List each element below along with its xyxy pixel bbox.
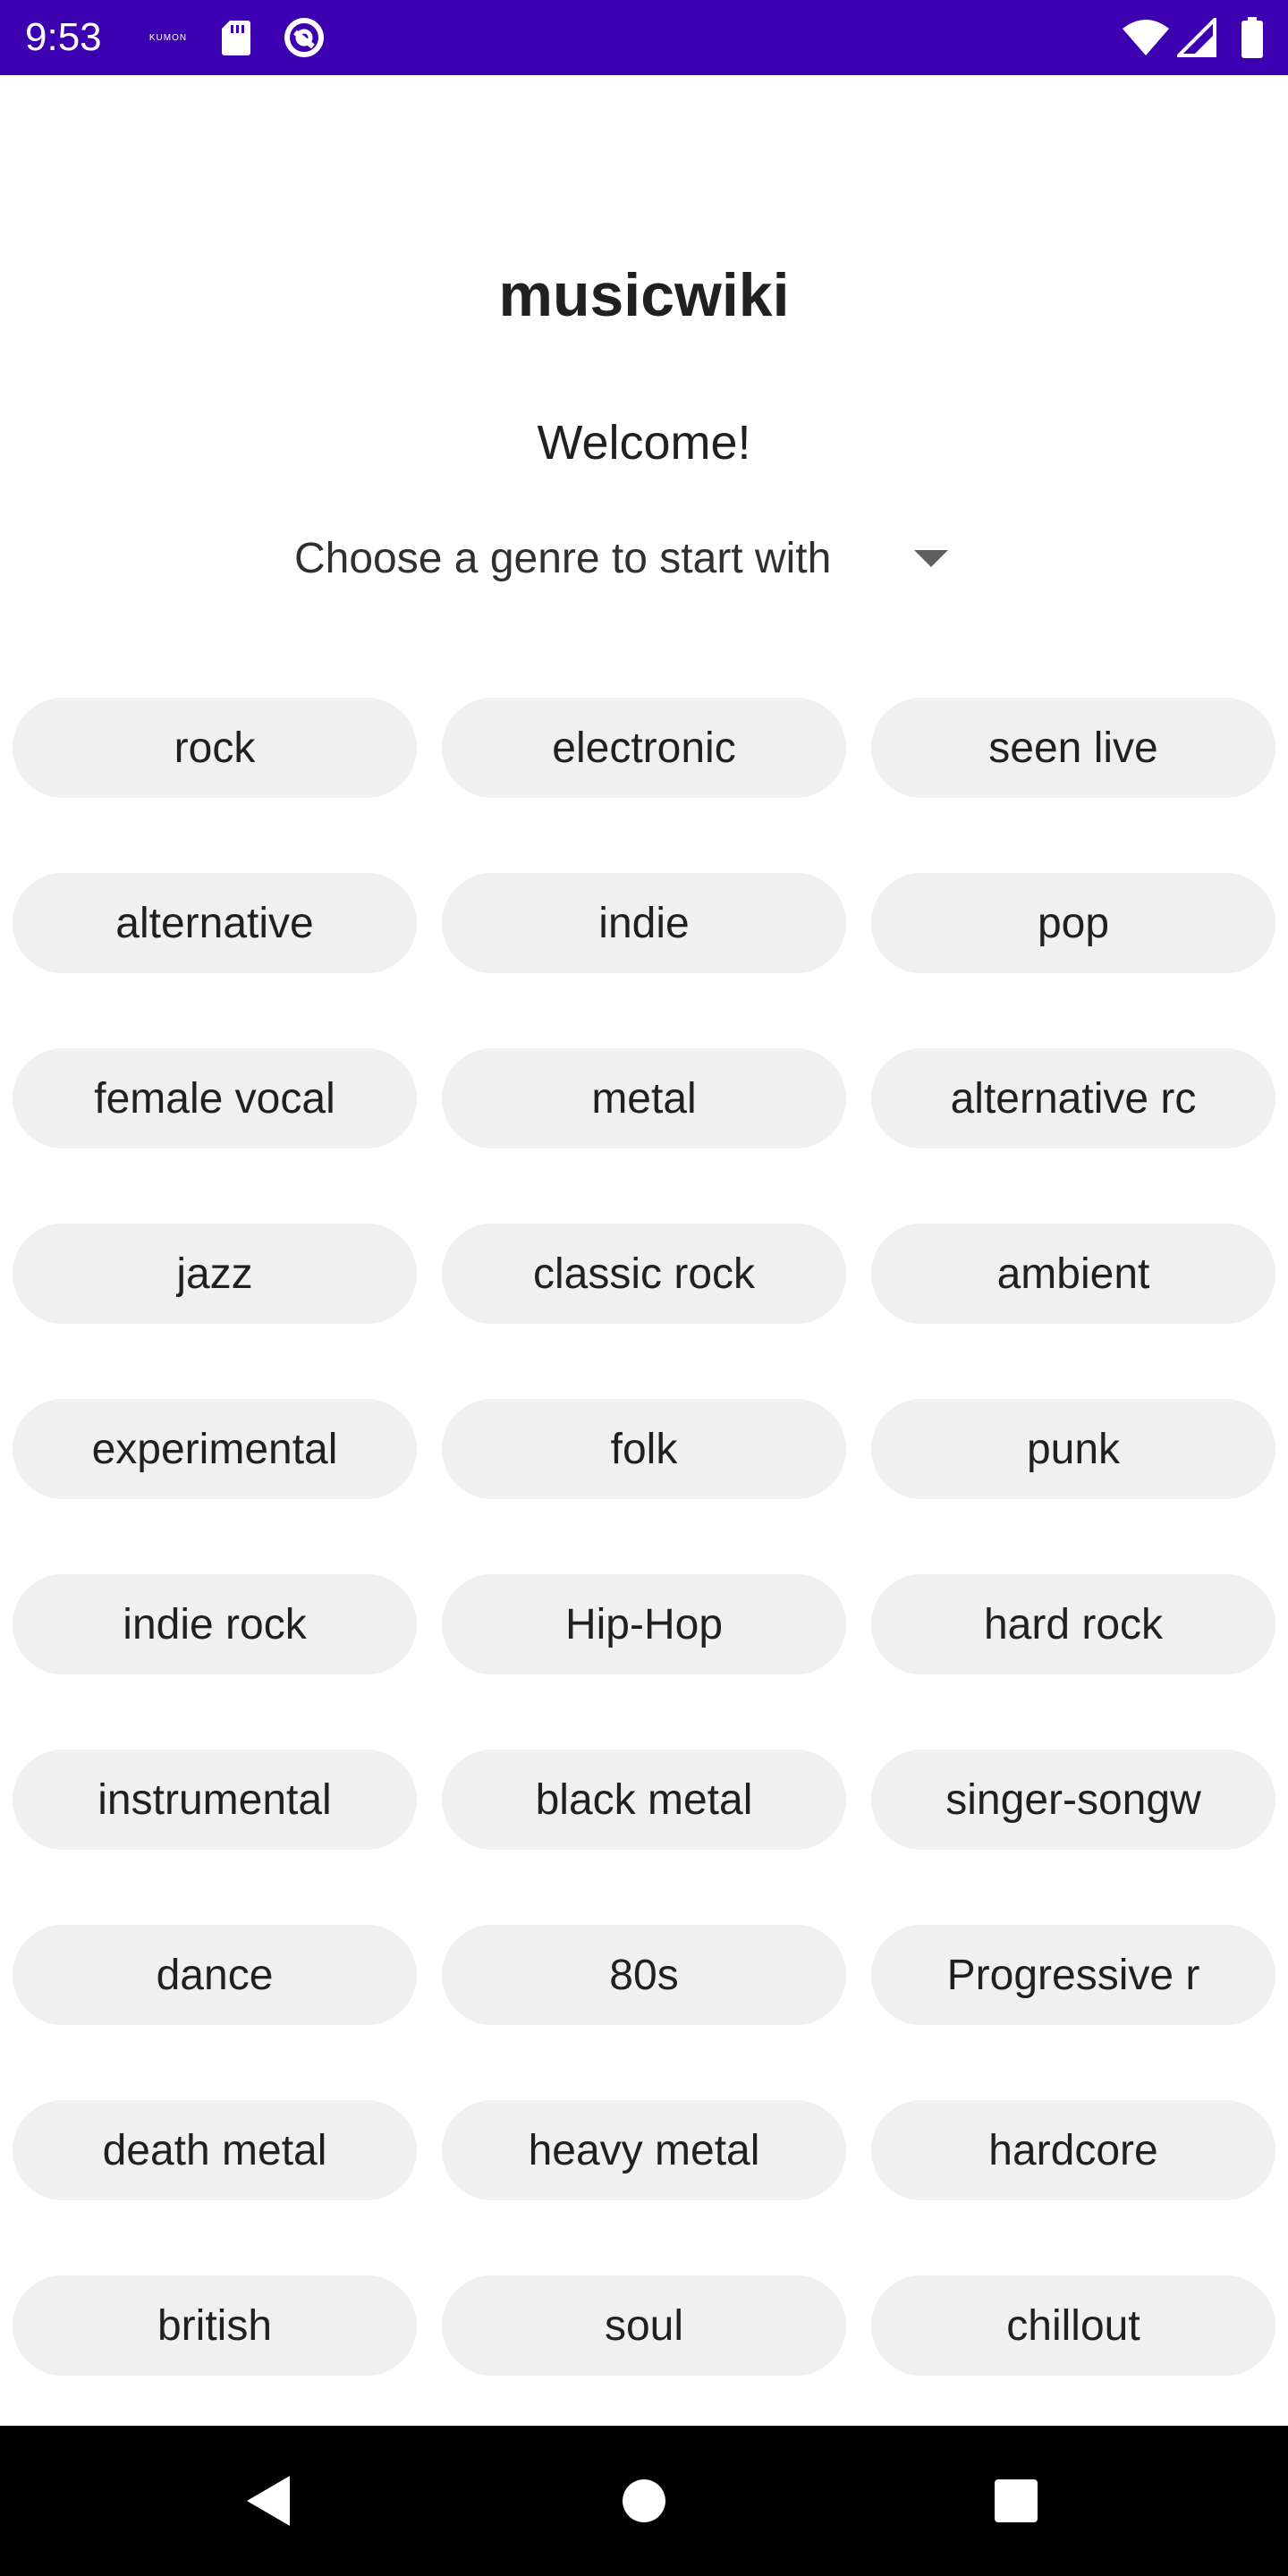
sd-card-icon	[218, 16, 254, 59]
genre-chip[interactable]: chillout	[871, 2275, 1275, 2376]
genre-chip[interactable]: alternative	[13, 873, 417, 973]
genre-chip-label: heavy metal	[528, 2126, 760, 2174]
genre-chip-label: indie rock	[123, 1600, 307, 1648]
genre-chip[interactable]: metal	[442, 1048, 846, 1148]
genre-chip[interactable]: rock	[13, 698, 417, 798]
genre-chip[interactable]: ambient	[871, 1224, 1275, 1324]
genre-chip-label: hardcore	[988, 2126, 1158, 2174]
genre-chips-grid: rock electronic seen live alternative indie p…	[13, 698, 1275, 2376]
genre-chip-label: classic rock	[532, 1250, 756, 1298]
home-icon[interactable]	[608, 2465, 680, 2537]
genre-chip[interactable]: british	[13, 2275, 417, 2376]
dropdown-arrow-icon	[914, 550, 948, 567]
genre-chip-label: alternative	[115, 899, 314, 947]
genre-chip[interactable]: jazz	[13, 1224, 417, 1324]
genre-chip[interactable]: death metal	[13, 2100, 417, 2200]
kumon-icon: KUMON	[148, 32, 188, 43]
genre-chip[interactable]: singer-songw	[871, 1750, 1275, 1850]
genre-chip-label: 80s	[609, 1951, 679, 1999]
genre-chip[interactable]: hardcore	[871, 2100, 1275, 2200]
genre-chip[interactable]: electronic	[442, 698, 846, 798]
genre-chip-label: Progressive r	[946, 1951, 1200, 1999]
welcome-text: Welcome!	[537, 416, 751, 470]
genre-chip-label: Hip-Hop	[564, 1600, 724, 1648]
genre-chip-label: experimental	[91, 1425, 338, 1473]
genre-chip[interactable]: dance	[13, 1925, 417, 2025]
genre-chip-label: seen live	[988, 724, 1158, 772]
genre-chip-label: death metal	[102, 2126, 327, 2174]
genre-chip[interactable]: heavy metal	[442, 2100, 846, 2200]
battery-icon	[1234, 16, 1270, 59]
genre-chip[interactable]: female vocal	[13, 1048, 417, 1148]
status-time: 9:53	[25, 15, 102, 59]
recents-icon[interactable]	[980, 2465, 1052, 2537]
genre-chip-label: female vocal	[94, 1074, 335, 1123]
back-icon[interactable]	[233, 2465, 304, 2537]
genre-chip[interactable]: classic rock	[442, 1224, 846, 1324]
genre-chip-label: black metal	[535, 1775, 753, 1824]
genre-chip-label: singer-songw	[945, 1775, 1201, 1824]
genre-chip-label: instrumental	[97, 1775, 332, 1824]
genre-chip-label: hard rock	[983, 1600, 1164, 1648]
genre-chip-label: indie	[598, 899, 690, 947]
genre-chip[interactable]: experimental	[13, 1399, 417, 1499]
genre-chip-label: dance	[156, 1951, 274, 1999]
genre-chip[interactable]: alternative rc	[871, 1048, 1275, 1148]
genre-chip[interactable]: instrumental	[13, 1750, 417, 1850]
genre-chip[interactable]: black metal	[442, 1750, 846, 1850]
genre-chip-label: metal	[591, 1074, 697, 1123]
wifi-icon	[1122, 16, 1170, 59]
genre-chip[interactable]: hard rock	[871, 1574, 1275, 1674]
genre-chip-label: alternative rc	[950, 1074, 1197, 1123]
genre-chip-label: jazz	[176, 1250, 253, 1298]
genre-chip-label: electronic	[552, 724, 736, 772]
genre-chip-label: british	[157, 2301, 273, 2350]
genre-dropdown[interactable]: Choose a genre to start with	[286, 523, 1002, 595]
genre-chip-label: pop	[1037, 899, 1110, 947]
signal-icon	[1175, 16, 1218, 59]
genre-chip-label: soul	[604, 2301, 684, 2350]
genre-chip[interactable]: pop	[871, 873, 1275, 973]
genre-chip[interactable]: 80s	[442, 1925, 846, 2025]
genre-chip-label: punk	[1026, 1425, 1121, 1473]
sync-icon	[283, 16, 326, 59]
app-title: musicwiki	[498, 261, 790, 329]
status-bar: 9:53 KUMON	[0, 0, 1288, 75]
genre-chip-label: rock	[174, 724, 256, 772]
genre-chip-label: folk	[610, 1425, 678, 1473]
genre-chip[interactable]: indie	[442, 873, 846, 973]
genre-chip[interactable]: soul	[442, 2275, 846, 2376]
genre-chip[interactable]: punk	[871, 1399, 1275, 1499]
genre-chip[interactable]: Progressive r	[871, 1925, 1275, 2025]
genre-chip[interactable]: Hip-Hop	[442, 1574, 846, 1674]
genre-chip-label: ambient	[996, 1250, 1150, 1298]
genre-chip[interactable]: indie rock	[13, 1574, 417, 1674]
genre-chip[interactable]: seen live	[871, 698, 1275, 798]
genre-chip[interactable]: folk	[442, 1399, 846, 1499]
genre-chip-label: chillout	[1006, 2301, 1140, 2350]
genre-dropdown-label: Choose a genre to start with	[294, 535, 832, 582]
navigation-bar	[0, 2426, 1288, 2576]
